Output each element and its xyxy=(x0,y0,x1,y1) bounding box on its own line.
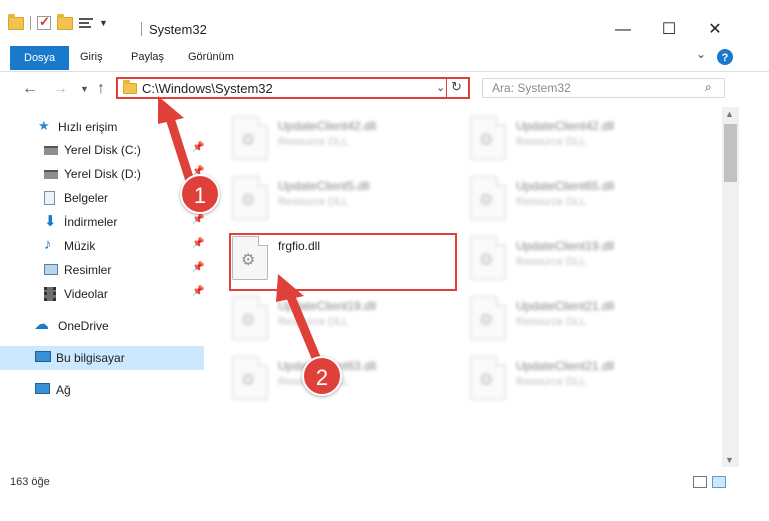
step-2-badge: 2 xyxy=(302,356,342,396)
step-1-badge: 1 xyxy=(180,174,220,214)
annotation-arrows xyxy=(158,96,327,377)
